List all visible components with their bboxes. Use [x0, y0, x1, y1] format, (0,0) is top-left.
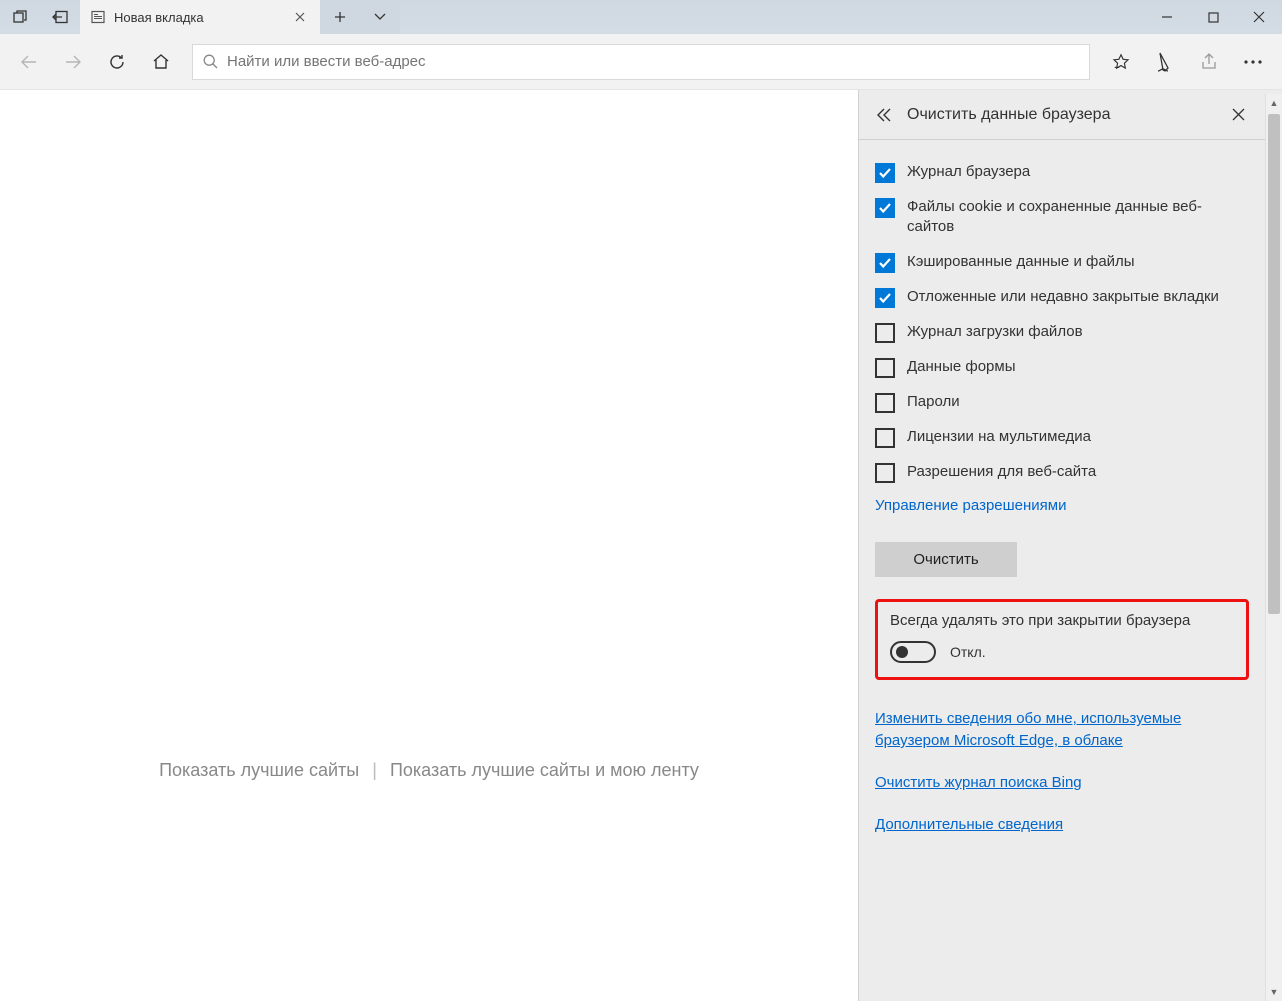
always-clear-section: Всегда удалять это при закрытии браузера…: [875, 599, 1249, 680]
checkbox-unchecked-icon[interactable]: [875, 428, 895, 448]
toolbar: [0, 34, 1282, 90]
checkbox-checked-icon[interactable]: [875, 198, 895, 218]
search-icon: [193, 54, 227, 69]
manage-permissions-link[interactable]: Управление разрешениями: [875, 495, 1066, 517]
clear-data-option[interactable]: Разрешения для веб-сайта: [875, 462, 1249, 483]
clear-button[interactable]: Очистить: [875, 542, 1017, 577]
new-tab-options: Показать лучшие сайты | Показать лучшие …: [0, 760, 858, 781]
address-bar[interactable]: [192, 44, 1090, 80]
option-label: Отложенные или недавно закрытые вкладки: [907, 287, 1219, 307]
always-clear-toggle[interactable]: [890, 641, 936, 663]
checkbox-checked-icon[interactable]: [875, 288, 895, 308]
tab-actions-button[interactable]: [0, 0, 40, 34]
checkbox-unchecked-icon[interactable]: [875, 323, 895, 343]
page-content: Показать лучшие сайты | Показать лучшие …: [0, 90, 858, 1001]
tab-page-icon: [90, 9, 106, 25]
option-label: Данные формы: [907, 357, 1015, 377]
favorites-button[interactable]: [1100, 42, 1142, 82]
share-button[interactable]: [1188, 42, 1230, 82]
close-window-button[interactable]: [1236, 0, 1282, 34]
separator: |: [372, 760, 377, 780]
clear-data-option[interactable]: Лицензии на мультимедиа: [875, 427, 1249, 448]
tab-preview-button[interactable]: [360, 0, 400, 34]
back-button[interactable]: [8, 42, 50, 82]
scroll-up-icon[interactable]: ▲: [1266, 94, 1282, 112]
tab-title: Новая вкладка: [114, 10, 284, 25]
tab-close-button[interactable]: [292, 9, 308, 25]
clear-data-option[interactable]: Журнал браузера: [875, 162, 1249, 183]
checkbox-unchecked-icon[interactable]: [875, 393, 895, 413]
option-label: Разрешения для веб-сайта: [907, 462, 1096, 482]
browser-tab[interactable]: Новая вкладка: [80, 0, 320, 34]
refresh-button[interactable]: [96, 42, 138, 82]
titlebar-drag-area[interactable]: [400, 0, 1144, 34]
clear-data-option[interactable]: Отложенные или недавно закрытые вкладки: [875, 287, 1249, 308]
learn-more-link[interactable]: Дополнительные сведения: [875, 814, 1063, 836]
scroll-thumb[interactable]: [1268, 114, 1280, 614]
scroll-down-icon[interactable]: ▼: [1266, 983, 1282, 1001]
new-tab-button[interactable]: [320, 0, 360, 34]
pane-back-button[interactable]: [867, 108, 901, 122]
maximize-button[interactable]: [1190, 0, 1236, 34]
clear-data-pane: Очистить данные браузера Журнал браузера…: [858, 90, 1282, 1001]
clear-data-option[interactable]: Кэшированные данные и файлы: [875, 252, 1249, 273]
option-label: Пароли: [907, 392, 960, 412]
window-controls: [1144, 0, 1282, 34]
checkbox-unchecked-icon[interactable]: [875, 463, 895, 483]
checkbox-checked-icon[interactable]: [875, 163, 895, 183]
show-top-sites-and-feed-link[interactable]: Показать лучшие сайты и мою ленту: [390, 760, 699, 780]
checkbox-checked-icon[interactable]: [875, 253, 895, 273]
option-label: Журнал загрузки файлов: [907, 322, 1083, 342]
clear-data-option[interactable]: Журнал загрузки файлов: [875, 322, 1249, 343]
option-label: Лицензии на мультимедиа: [907, 427, 1091, 447]
forward-button[interactable]: [52, 42, 94, 82]
home-button[interactable]: [140, 42, 182, 82]
option-label: Файлы cookie и сохраненные данные веб-са…: [907, 197, 1249, 238]
set-aside-tabs-button[interactable]: [40, 0, 80, 34]
pane-body: Журнал браузера Файлы cookie и сохраненны…: [859, 140, 1265, 861]
cloud-info-link[interactable]: Изменить сведения обо мне, используемые …: [875, 708, 1249, 752]
body: Показать лучшие сайты | Показать лучшие …: [0, 90, 1282, 1001]
more-links: Изменить сведения обо мне, используемые …: [875, 702, 1249, 841]
address-input[interactable]: [227, 53, 1089, 70]
option-label: Журнал браузера: [907, 162, 1030, 182]
minimize-button[interactable]: [1144, 0, 1190, 34]
pane-scrollbar[interactable]: ▲ ▼: [1265, 94, 1282, 1001]
bing-history-link[interactable]: Очистить журнал поиска Bing: [875, 772, 1082, 794]
option-label: Кэшированные данные и файлы: [907, 252, 1135, 272]
pane-header: Очистить данные браузера: [859, 90, 1265, 140]
checkbox-unchecked-icon[interactable]: [875, 358, 895, 378]
always-clear-label: Всегда удалять это при закрытии браузера: [890, 612, 1234, 629]
pane-title: Очистить данные браузера: [901, 106, 1221, 124]
more-button[interactable]: [1232, 42, 1274, 82]
clear-data-option[interactable]: Данные формы: [875, 357, 1249, 378]
show-top-sites-link[interactable]: Показать лучшие сайты: [159, 760, 359, 780]
notes-button[interactable]: [1144, 42, 1186, 82]
clear-data-option[interactable]: Пароли: [875, 392, 1249, 413]
clear-data-option[interactable]: Файлы cookie и сохраненные данные веб-са…: [875, 197, 1249, 238]
toggle-state-label: Откл.: [950, 644, 986, 660]
titlebar: Новая вкладка: [0, 0, 1282, 34]
pane-close-button[interactable]: [1221, 108, 1255, 121]
